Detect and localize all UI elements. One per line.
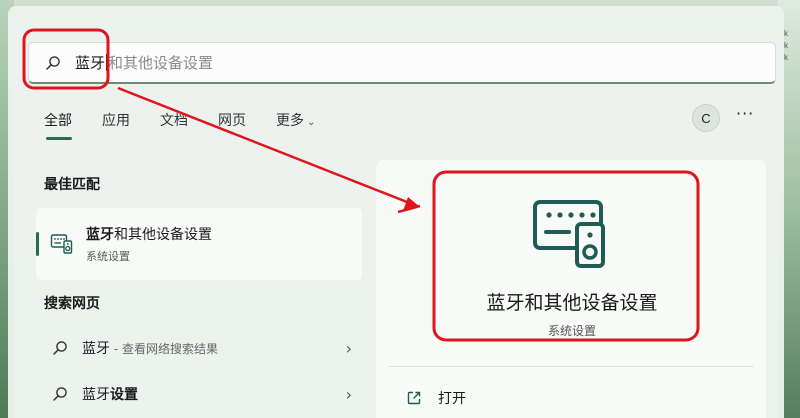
tab-label: 文档 <box>160 113 188 129</box>
web-search-item[interactable]: 蓝牙 - 查看网络搜索结果 › <box>36 328 362 368</box>
search-icon <box>52 340 68 356</box>
devices-icon <box>531 196 611 272</box>
search-input-typed[interactable]: 蓝牙 <box>75 52 105 73</box>
web-search-item-text: 蓝牙 - 查看网络搜索结果 <box>82 338 218 358</box>
open-label: 打开 <box>438 391 466 407</box>
best-match-title-rest: 和其他设备设置 <box>114 227 212 243</box>
web-search-suffix: - 查看网络搜索结果 <box>110 342 218 356</box>
web-search-heading: 搜索网页 <box>44 296 100 312</box>
edge-text-line: k <box>784 53 788 62</box>
result-detail-pane: 蓝牙和其他设备设置 系统设置 打开 <box>376 160 766 418</box>
tab-label: 应用 <box>102 113 130 129</box>
web-search-item-text: 蓝牙设置 <box>82 384 138 404</box>
detail-title: 蓝牙和其他设备设置 <box>486 292 658 314</box>
tab-documents[interactable]: 文档 <box>160 110 188 140</box>
search-icon <box>52 386 68 402</box>
best-match-subtitle: 系统设置 <box>86 250 130 263</box>
edge-text-line: k <box>784 41 788 50</box>
devices-icon <box>50 232 74 256</box>
web-search-item[interactable]: 蓝牙设置 › <box>36 374 362 414</box>
open-button[interactable]: 打开 <box>406 388 466 408</box>
tab-web[interactable]: 网页 <box>218 110 246 140</box>
chevron-right-icon[interactable]: › <box>346 339 352 358</box>
tab-apps[interactable]: 应用 <box>102 110 130 140</box>
web-search-term: 蓝牙 <box>82 341 110 357</box>
desktop-edge-text: k k k <box>784 28 788 64</box>
selection-indicator <box>36 232 39 256</box>
tab-all[interactable]: 全部 <box>44 110 72 140</box>
filter-tabs: 全部 应用 文档 网页 更多 ⌄ <box>44 110 345 140</box>
edge-text-line: k <box>784 29 788 38</box>
chevron-right-icon[interactable]: › <box>346 385 352 404</box>
chevron-down-icon: ⌄ <box>307 117 316 128</box>
web-search-term: 蓝牙 <box>82 387 110 403</box>
search-box[interactable]: 蓝牙 和其他设备设置 <box>28 42 776 84</box>
tab-label: 全部 <box>44 113 72 129</box>
detail-subtitle: 系统设置 <box>547 324 596 338</box>
search-input-suggestion: 和其他设备设置 <box>108 54 214 72</box>
best-match-title-bold: 蓝牙 <box>86 227 114 243</box>
avatar[interactable]: C <box>692 104 720 132</box>
tab-label: 网页 <box>218 113 246 129</box>
more-options-button[interactable]: ··· <box>736 104 754 123</box>
text-caret <box>106 54 108 71</box>
open-external-icon <box>406 390 422 406</box>
best-match-heading: 最佳匹配 <box>44 177 100 193</box>
search-icon <box>45 54 63 72</box>
best-match-result[interactable]: 蓝牙和其他设备设置 系统设置 <box>36 208 362 280</box>
best-match-text: 蓝牙和其他设备设置 系统设置 <box>86 224 212 264</box>
divider <box>388 366 754 367</box>
best-match-title: 蓝牙和其他设备设置 <box>86 224 212 244</box>
tab-label: 更多 <box>276 113 304 129</box>
web-search-bold-suffix: 设置 <box>110 387 138 403</box>
tab-more[interactable]: 更多 ⌄ <box>276 110 315 140</box>
